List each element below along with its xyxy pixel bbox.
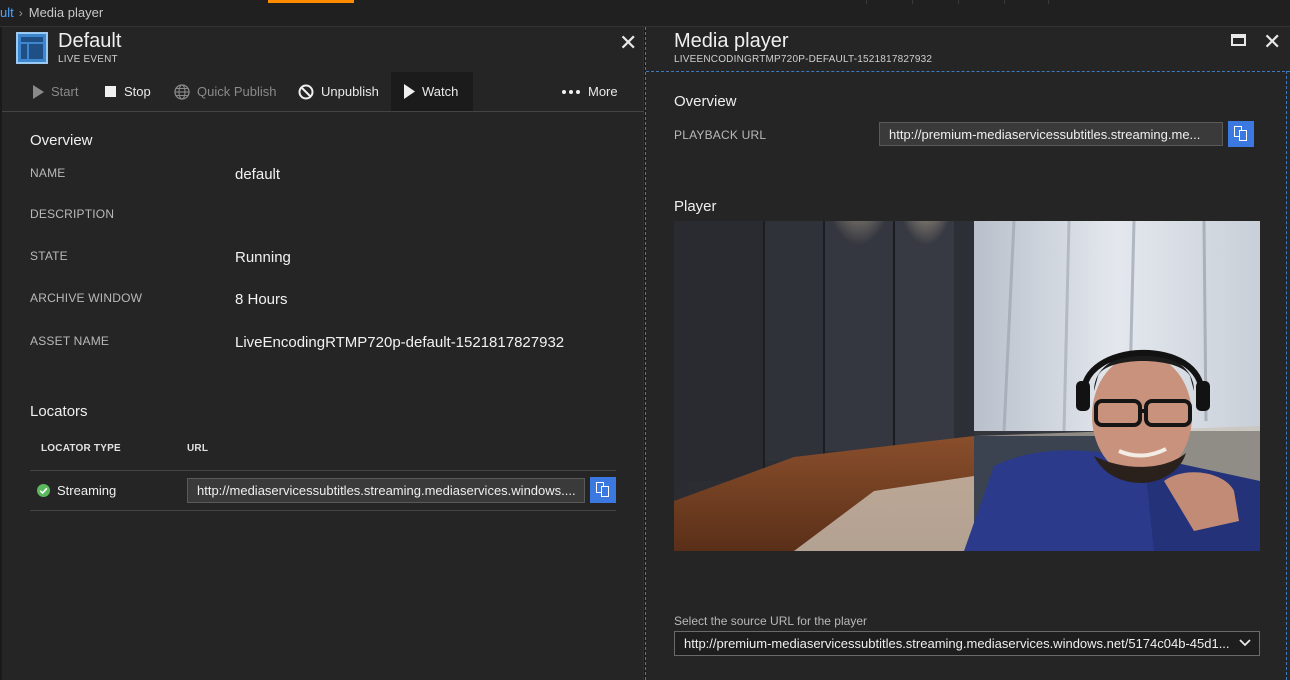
close-icon[interactable]: ✕ xyxy=(619,30,637,56)
start-label: Start xyxy=(51,84,79,99)
ellipsis-icon xyxy=(561,89,581,95)
check-circle-icon xyxy=(37,484,50,502)
more-button[interactable]: More xyxy=(561,72,618,111)
command-bar: Start Stop Quick Publish Unpublish Watch… xyxy=(2,72,644,112)
source-url-selected: http://premium-mediaservicessubtitles.st… xyxy=(684,636,1230,651)
blade-subtitle: LIVEENCODINGRTMP720P-DEFAULT-15218178279… xyxy=(674,54,933,65)
source-url-caption: Select the source URL for the player xyxy=(674,614,867,628)
source-url-dropdown[interactable]: http://premium-mediaservicessubtitles.st… xyxy=(674,631,1260,656)
topbar-divider xyxy=(958,0,959,4)
archive-window-label: ARCHIVE WINDOW xyxy=(30,291,143,305)
top-bar: ult › Media player xyxy=(0,0,1290,27)
topbar-divider xyxy=(1048,0,1049,4)
asset-name-label: ASSET NAME xyxy=(30,334,110,348)
video-frame xyxy=(674,221,1260,551)
locator-type-cell: Streaming xyxy=(57,483,117,498)
blade-title: Media player xyxy=(674,30,789,52)
copy-playback-url-button[interactable] xyxy=(1228,121,1254,147)
unpublish-label: Unpublish xyxy=(321,84,379,99)
playback-url-label: PLAYBACK URL xyxy=(674,128,767,142)
breadcrumb: ult › Media player xyxy=(0,5,103,20)
locator-url-field[interactable]: http://mediaservicessubtitles.streaming.… xyxy=(187,478,585,503)
breadcrumb-current: Media player xyxy=(28,5,104,20)
url-column-header: URL xyxy=(187,443,209,454)
copy-locator-url-button[interactable] xyxy=(590,477,616,503)
stop-label: Stop xyxy=(124,84,151,99)
stop-button[interactable]: Stop xyxy=(105,72,151,111)
maximize-icon[interactable] xyxy=(1231,34,1246,46)
active-tab-indicator xyxy=(268,0,354,3)
blade-border xyxy=(1286,71,1287,680)
table-row-divider xyxy=(30,510,616,511)
live-event-blade: Default LIVE EVENT ✕ Start Stop Quick Pu… xyxy=(2,27,644,680)
breadcrumb-parent-link[interactable]: ult xyxy=(0,5,14,20)
locator-type-column-header: LOCATOR TYPE xyxy=(41,443,121,454)
state-value: Running xyxy=(235,249,291,266)
close-icon[interactable]: ✕ xyxy=(1263,29,1281,55)
overview-heading: Overview xyxy=(30,132,93,149)
name-value: default xyxy=(235,166,281,183)
video-player[interactable] xyxy=(674,221,1260,551)
quick-publish-label: Quick Publish xyxy=(197,84,277,99)
quick-publish-button[interactable]: Quick Publish xyxy=(174,72,276,111)
chevron-down-icon xyxy=(1239,636,1251,651)
media-player-blade: Media player LIVEENCODINGRTMP720P-DEFAUL… xyxy=(646,27,1290,680)
locators-heading: Locators xyxy=(30,403,88,420)
archive-window-value: 8 Hours xyxy=(235,291,288,308)
topbar-divider xyxy=(866,0,867,4)
table-header-divider xyxy=(30,470,616,471)
blade-title: Default xyxy=(58,30,122,52)
unpublish-button[interactable]: Unpublish xyxy=(298,72,379,111)
watch-label: Watch xyxy=(422,84,459,99)
live-event-icon xyxy=(16,32,48,64)
prohibited-icon xyxy=(298,84,314,100)
play-icon xyxy=(403,84,415,99)
breadcrumb-chevron-icon: › xyxy=(18,6,23,20)
blade-border xyxy=(646,71,1290,72)
play-icon xyxy=(32,84,44,99)
description-label: DESCRIPTION xyxy=(30,207,115,221)
stop-icon xyxy=(105,85,117,98)
player-heading: Player xyxy=(674,198,717,215)
blade-subtitle: LIVE EVENT xyxy=(58,54,118,65)
overview-heading: Overview xyxy=(674,93,737,110)
globe-icon xyxy=(174,83,190,100)
start-button[interactable]: Start xyxy=(32,72,78,111)
playback-url-field[interactable]: http://premium-mediaservicessubtitles.st… xyxy=(879,122,1223,146)
name-label: NAME xyxy=(30,166,66,180)
topbar-divider xyxy=(1004,0,1005,4)
watch-button[interactable]: Watch xyxy=(391,72,473,111)
topbar-divider xyxy=(912,0,913,4)
state-label: STATE xyxy=(30,249,68,263)
more-label: More xyxy=(588,84,618,99)
asset-name-value: LiveEncodingRTMP720p-default-15218178279… xyxy=(235,334,565,351)
